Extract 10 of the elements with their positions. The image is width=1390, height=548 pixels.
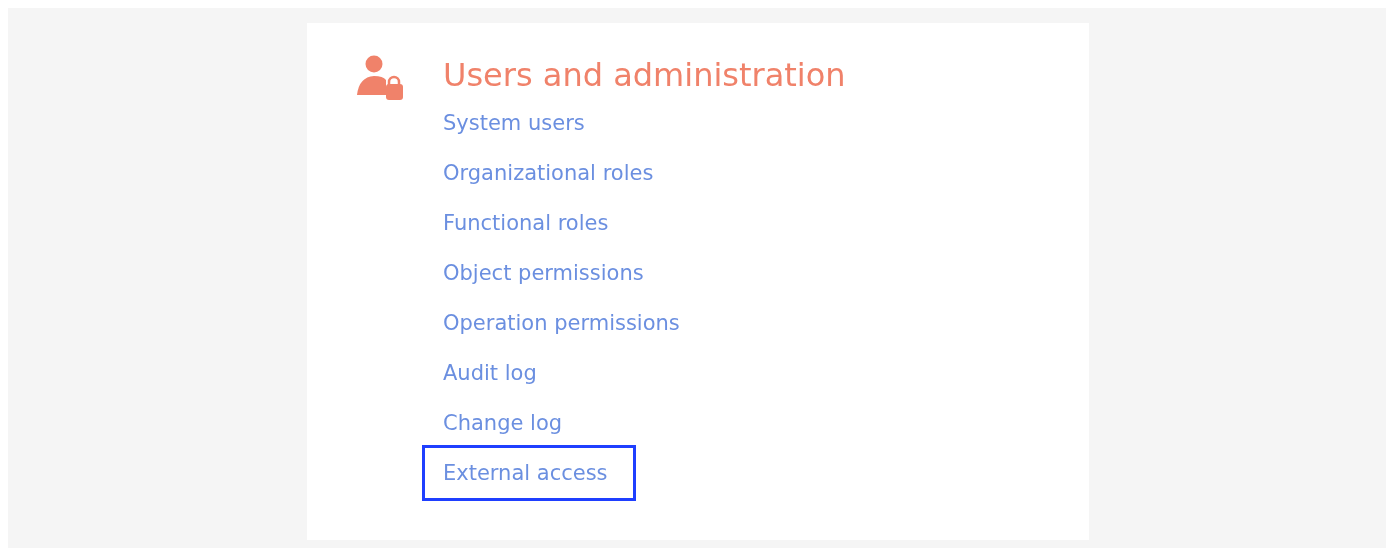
section-link[interactable]: Organizational roles bbox=[443, 148, 654, 198]
section-link[interactable]: Object permissions bbox=[443, 248, 644, 298]
section-link[interactable]: Functional roles bbox=[443, 198, 609, 248]
section-link[interactable]: Operation permissions bbox=[443, 298, 680, 348]
section-link[interactable]: External access bbox=[422, 445, 636, 501]
user-lock-icon bbox=[357, 55, 403, 101]
section-link[interactable]: Change log bbox=[443, 398, 563, 448]
section-link[interactable]: Audit log bbox=[443, 348, 537, 398]
section-title: Users and administration bbox=[443, 55, 846, 96]
section-link[interactable]: System users bbox=[443, 98, 585, 148]
